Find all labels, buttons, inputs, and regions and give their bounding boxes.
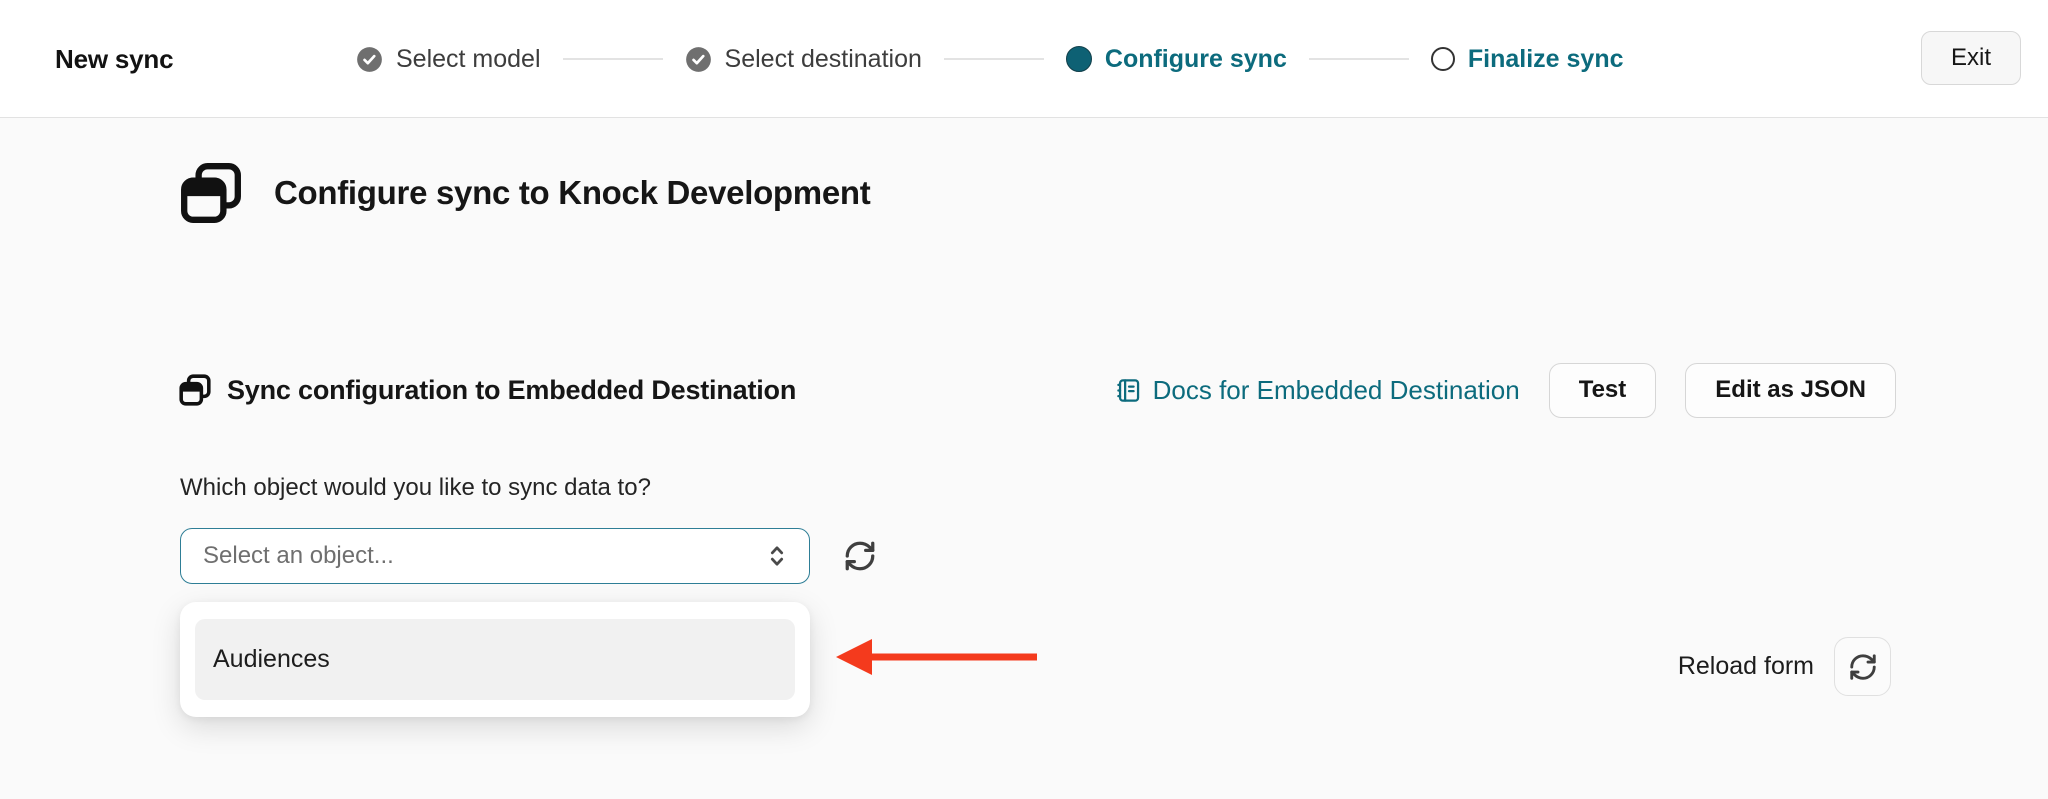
upcoming-step-circle-icon bbox=[1430, 47, 1455, 71]
wizard-header: New sync Select model Select destination bbox=[0, 0, 2048, 118]
chevrons-up-down-icon bbox=[770, 546, 784, 566]
select-placeholder: Select an object... bbox=[203, 542, 394, 569]
section-heading: Sync configuration to Embedded Destinati… bbox=[227, 374, 797, 405]
page-heading: Configure sync to Knock Development bbox=[274, 174, 871, 211]
notebook-icon bbox=[1116, 378, 1139, 402]
stepper-connector bbox=[943, 58, 1044, 60]
step-select-model[interactable]: Select model bbox=[356, 45, 541, 74]
edit-as-json-button[interactable]: Edit as JSON bbox=[1685, 362, 1896, 418]
exit-button[interactable]: Exit bbox=[1920, 31, 2021, 85]
step-label: Select destination bbox=[724, 44, 922, 73]
window-stack-icon bbox=[179, 374, 211, 406]
step-label: Select model bbox=[396, 44, 541, 73]
refresh-objects-icon[interactable] bbox=[843, 539, 877, 573]
docs-link[interactable]: Docs for Embedded Destination bbox=[1115, 375, 1520, 406]
step-label: Finalize sync bbox=[1467, 44, 1624, 73]
step-configure-sync[interactable]: Configure sync bbox=[1065, 44, 1287, 74]
object-select[interactable]: Select an object... bbox=[180, 528, 810, 584]
check-circle-icon bbox=[685, 46, 711, 72]
reload-form-row: Reload form bbox=[1678, 637, 1891, 696]
test-button[interactable]: Test bbox=[1548, 362, 1657, 418]
stepper-connector bbox=[1308, 58, 1409, 60]
reload-form-button[interactable] bbox=[1834, 637, 1891, 696]
sync-config-section-header: Sync configuration to Embedded Destinati… bbox=[178, 362, 1896, 418]
current-step-dot-icon bbox=[1065, 46, 1092, 72]
reload-form-label: Reload form bbox=[1677, 652, 1814, 680]
stepper-connector bbox=[562, 58, 663, 60]
page-heading-row: Configure sync to Knock Development bbox=[178, 160, 871, 226]
page-title: New sync bbox=[55, 43, 174, 74]
sync-wizard-page: New sync Select model Select destination bbox=[0, 0, 2048, 799]
step-select-destination[interactable]: Select destination bbox=[685, 45, 922, 74]
dropdown-option-audiences[interactable]: Audiences bbox=[195, 619, 795, 700]
step-finalize-sync[interactable]: Finalize sync bbox=[1430, 44, 1624, 74]
check-circle-icon bbox=[357, 46, 382, 72]
object-select-row: Select an object... bbox=[180, 528, 877, 584]
object-question-label: Which object would you like to sync data… bbox=[180, 474, 651, 501]
refresh-icon bbox=[1849, 653, 1876, 680]
wizard-stepper: Select model Select destination Configur… bbox=[356, 0, 1624, 118]
window-stack-icon bbox=[181, 163, 241, 223]
docs-link-label: Docs for Embedded Destination bbox=[1152, 374, 1520, 405]
section-actions: Docs for Embedded Destination Test Edit … bbox=[1115, 362, 1896, 418]
annotation-arrow-icon bbox=[836, 639, 1037, 675]
step-label: Configure sync bbox=[1104, 44, 1287, 73]
section-title-group: Sync configuration to Embedded Destinati… bbox=[178, 373, 796, 407]
object-select-dropdown: Audiences bbox=[180, 602, 810, 717]
